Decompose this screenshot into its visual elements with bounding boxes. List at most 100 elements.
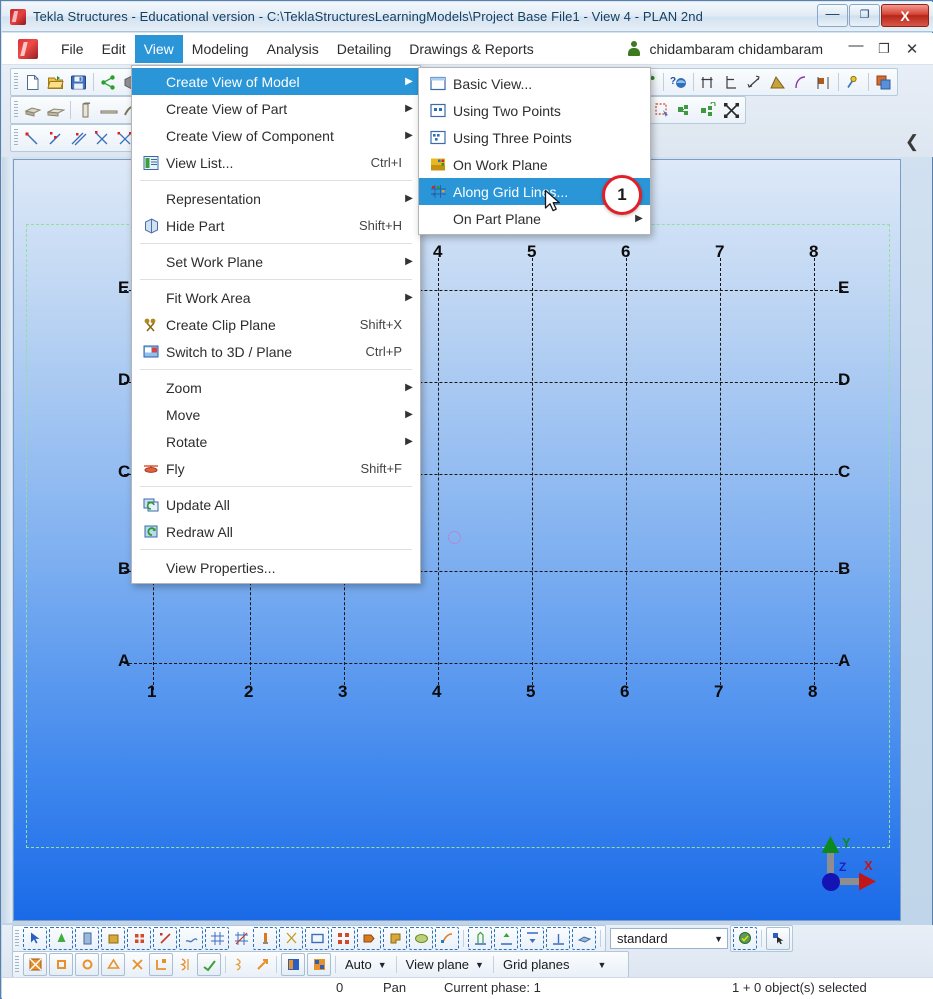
numeric-snap-icon[interactable] xyxy=(307,953,331,976)
menu-view-list[interactable]: View List... Ctrl+I xyxy=(132,149,420,176)
snap-depth-combo[interactable]: Auto ▼ xyxy=(340,954,392,975)
snap-to-free-icon[interactable] xyxy=(251,954,273,975)
point-divided-line-icon[interactable] xyxy=(44,127,67,149)
menu-create-view-of-part[interactable]: Create View of Part ▶ xyxy=(132,95,420,122)
menu-edit[interactable]: Edit xyxy=(93,35,135,63)
submenu-using-two-points[interactable]: Using Two Points xyxy=(419,97,650,124)
view-dropdown-menu[interactable]: Create View of Model ▶ Create View of Pa… xyxy=(131,65,421,584)
plate-icon[interactable] xyxy=(97,99,120,121)
snap-to-bottom-icon[interactable] xyxy=(520,927,544,950)
select-connection-icon[interactable] xyxy=(331,927,355,950)
menu-create-clip-plane[interactable]: Create Clip Plane Shift+X xyxy=(132,311,420,338)
snap-to-nearest-icon[interactable] xyxy=(468,927,492,950)
menu-file[interactable]: File xyxy=(52,35,93,63)
toolbar-grip[interactable] xyxy=(14,129,18,147)
edit-filter-icon[interactable] xyxy=(733,927,757,950)
menu-analysis[interactable]: Analysis xyxy=(258,35,328,63)
select-face-icon[interactable] xyxy=(383,927,407,950)
snap-to-any-icon[interactable] xyxy=(197,953,221,976)
grid-planes-combo[interactable]: Grid planes ▼ xyxy=(498,954,626,975)
select-component-icon[interactable] xyxy=(49,927,73,950)
menu-representation[interactable]: Representation ▶ xyxy=(132,185,420,212)
snap-to-line-icon[interactable] xyxy=(229,954,251,975)
submenu-using-three-points[interactable]: Using Three Points xyxy=(419,124,650,151)
menu-rotate[interactable]: Rotate ▶ xyxy=(132,428,420,455)
snap-to-midpoints-icon[interactable] xyxy=(101,953,125,976)
measure-angle-icon[interactable] xyxy=(766,71,789,93)
submenu-on-work-plane[interactable]: On Work Plane xyxy=(419,151,650,178)
column-part-icon[interactable] xyxy=(74,99,97,121)
new-file-icon[interactable] xyxy=(21,71,44,93)
select-cut-icon[interactable] xyxy=(279,927,303,950)
app-restore-button[interactable]: ❐ xyxy=(871,37,897,61)
app-minimize-button[interactable]: — xyxy=(843,37,869,61)
select-all-icon[interactable] xyxy=(23,927,47,950)
menu-detailing[interactable]: Detailing xyxy=(328,35,400,63)
snap-to-intersections-icon[interactable] xyxy=(126,954,148,975)
collapse-panel-chevron-icon[interactable]: ❮ xyxy=(905,131,919,153)
snap-to-points-icon[interactable] xyxy=(49,953,73,976)
select-grid-line-icon[interactable] xyxy=(230,928,252,949)
snap-all-icon[interactable] xyxy=(23,953,47,976)
measure-distance-icon[interactable] xyxy=(697,71,720,93)
menu-view-properties[interactable]: View Properties... xyxy=(132,554,420,581)
measure-bolt-icon[interactable] xyxy=(812,71,835,93)
measure-vertical-icon[interactable] xyxy=(720,71,743,93)
menu-modeling[interactable]: Modeling xyxy=(183,35,258,63)
select-view-icon[interactable] xyxy=(305,927,329,950)
snap-to-top-icon[interactable] xyxy=(494,927,518,950)
ortho-toggle-icon[interactable] xyxy=(281,953,305,976)
menu-switch-3d-plane[interactable]: Switch to 3D / Plane Ctrl+P xyxy=(132,338,420,365)
select-handle-icon[interactable] xyxy=(357,927,381,950)
select-surface-icon[interactable] xyxy=(409,927,433,950)
maximize-button[interactable]: ❐ xyxy=(849,4,880,27)
copy-objects-icon[interactable] xyxy=(872,71,895,93)
menu-fly[interactable]: Fly Shift+F xyxy=(132,455,420,482)
menu-update-all[interactable]: Update All xyxy=(132,491,420,518)
select-weld-icon[interactable] xyxy=(153,927,177,950)
polybeam-icon[interactable] xyxy=(44,99,67,121)
snap-to-mid-icon[interactable] xyxy=(546,927,570,950)
menu-move[interactable]: Move ▶ xyxy=(132,401,420,428)
menu-view[interactable]: View xyxy=(134,34,183,63)
selection-filter-combo[interactable]: standard ▼ xyxy=(610,928,728,949)
beam-icon[interactable] xyxy=(21,99,44,121)
menu-fit-work-area[interactable]: Fit Work Area ▶ xyxy=(132,284,420,311)
menu-create-view-of-component[interactable]: Create View of Component ▶ xyxy=(132,122,420,149)
menu-drawings-reports[interactable]: Drawings & Reports xyxy=(400,35,543,63)
component-group-icon[interactable] xyxy=(674,99,697,121)
point-line-icon[interactable] xyxy=(21,127,44,149)
snap-to-extension-icon[interactable] xyxy=(174,954,196,975)
open-file-icon[interactable] xyxy=(44,71,67,93)
toolbar-grip[interactable] xyxy=(15,955,19,974)
menu-redraw-all[interactable]: Redraw All xyxy=(132,518,420,545)
select-bolt-icon[interactable] xyxy=(127,927,151,950)
help-inquire-icon[interactable]: ? xyxy=(667,71,690,93)
select-reinforcement-icon[interactable] xyxy=(179,927,203,950)
point-extension-icon[interactable] xyxy=(67,127,90,149)
explode-component-icon[interactable] xyxy=(720,99,743,121)
menu-hide-part[interactable]: Hide Part Shift+H xyxy=(132,212,420,239)
measure-points-icon[interactable] xyxy=(743,71,766,93)
share-icon[interactable] xyxy=(97,71,120,93)
snap-to-plane-icon[interactable] xyxy=(572,927,596,950)
close-button[interactable]: X xyxy=(881,4,929,27)
select-assembly-icon[interactable] xyxy=(101,927,125,950)
toolbar-grip[interactable] xyxy=(14,101,18,119)
component-lock-icon[interactable] xyxy=(697,99,720,121)
point-bisector-icon[interactable] xyxy=(90,127,113,149)
snap-to-perpendicular-icon[interactable] xyxy=(149,953,173,976)
select-arrow-icon[interactable] xyxy=(766,927,790,950)
snap-point-icon[interactable] xyxy=(842,71,865,93)
menu-create-view-of-model[interactable]: Create View of Model ▶ xyxy=(132,68,420,95)
select-area-icon[interactable] xyxy=(651,99,674,121)
menu-zoom[interactable]: Zoom ▶ xyxy=(132,374,420,401)
select-grid-icon[interactable] xyxy=(205,927,229,950)
menu-set-work-plane[interactable]: Set Work Plane ▶ xyxy=(132,248,420,275)
submenu-basic-view[interactable]: Basic View... xyxy=(419,70,650,97)
select-point-icon[interactable] xyxy=(253,927,277,950)
snap-to-centers-icon[interactable] xyxy=(75,953,99,976)
save-file-icon[interactable] xyxy=(67,71,90,93)
measure-arc-icon[interactable] xyxy=(789,71,812,93)
select-part-icon[interactable] xyxy=(75,927,99,950)
